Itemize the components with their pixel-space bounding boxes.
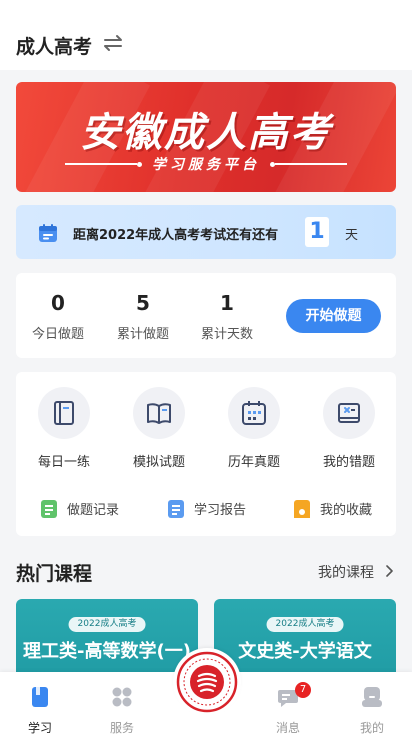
stat-label: 累计做题 — [116, 327, 169, 342]
menu-item-wrong-answers[interactable]: 我的错题 — [309, 387, 389, 470]
sub-item-practice-record[interactable]: 做题记录 — [41, 499, 119, 518]
message-badge: 7 — [295, 682, 311, 698]
stat-value: 5 — [136, 291, 150, 315]
center-logo-button[interactable] — [175, 650, 239, 714]
feature-menu: 每日一练 模拟试题 历年真题 我的错题 做题记录 学习报告 我的收藏 — [16, 372, 396, 536]
tab-label: 我的 — [359, 721, 384, 735]
calendar-icon — [242, 401, 266, 425]
book-icon — [32, 687, 48, 707]
start-practice-button[interactable]: 开始做题 — [286, 299, 381, 333]
course-tag: 2022成人高考 — [266, 617, 344, 632]
tab-label: 服务 — [109, 721, 134, 735]
menu-item-label: 我的错题 — [322, 455, 375, 470]
course-tag: 2022成人高考 — [68, 617, 146, 632]
sub-item-study-report[interactable]: 学习报告 — [168, 499, 246, 518]
tab-profile[interactable]: 我的 — [342, 686, 402, 736]
page-title: 成人高考 — [16, 36, 93, 58]
user-icon — [362, 687, 382, 707]
bookmark-icon — [294, 499, 310, 518]
menu-item-label: 历年真题 — [227, 455, 280, 470]
course-name: 理工类-高等数学(一) — [23, 641, 191, 662]
banner-subtitle: 学习服务平台 — [152, 157, 260, 173]
sub-item-label: 学习报告 — [194, 503, 247, 518]
chevron-right-icon[interactable] — [384, 565, 394, 577]
switch-icon[interactable] — [102, 33, 124, 53]
my-courses-link[interactable]: 我的课程 — [318, 562, 374, 582]
stat-label: 累计天数 — [200, 327, 253, 342]
hot-courses-title: 热门课程 — [16, 563, 93, 585]
sub-item-label: 做题记录 — [67, 503, 120, 518]
tab-label: 学习 — [27, 721, 52, 735]
stat-total-questions: 5 累计做题 — [103, 291, 183, 342]
emblem-logo — [176, 651, 238, 713]
menu-item-past-exams[interactable]: 历年真题 — [214, 387, 294, 470]
stat-value: 1 — [220, 291, 234, 315]
tab-label: 消息 — [275, 721, 300, 735]
countdown-days: 1 — [305, 217, 329, 247]
banner-title: 安徽成人高考 — [80, 110, 332, 156]
menu-item-mock-exam[interactable]: 模拟试题 — [119, 387, 199, 470]
grid-icon — [112, 687, 132, 707]
stat-total-days: 1 累计天数 — [187, 291, 267, 342]
notebook-icon — [54, 401, 74, 425]
stat-value: 0 — [51, 291, 65, 315]
course-name: 文史类-大学语文 — [238, 641, 372, 662]
open-book-icon — [147, 403, 171, 424]
promo-banner[interactable]: 安徽成人高考 学习服务平台 — [16, 82, 396, 192]
report-icon — [168, 499, 184, 518]
menu-item-label: 每日一练 — [37, 455, 90, 470]
menu-item-daily-practice[interactable]: 每日一练 — [24, 387, 104, 470]
wrong-answer-icon — [338, 403, 360, 423]
sub-item-favorites[interactable]: 我的收藏 — [294, 499, 372, 518]
top-header: 成人高考 — [0, 0, 412, 70]
banner-subtitle-row: 学习服务平台 — [16, 154, 396, 174]
tab-study[interactable]: 学习 — [10, 686, 70, 736]
record-icon — [41, 499, 57, 518]
countdown-text: 距离2022年成人高考考试还有还有 — [73, 228, 279, 243]
sub-item-label: 我的收藏 — [320, 503, 373, 518]
tab-services[interactable]: 服务 — [92, 686, 152, 736]
stat-today: 0 今日做题 — [18, 291, 98, 342]
calendar-icon — [39, 224, 57, 242]
practice-stats: 0 今日做题 5 累计做题 1 累计天数 开始做题 — [16, 273, 396, 358]
countdown-unit: 天 — [345, 228, 359, 243]
exam-countdown: 距离2022年成人高考考试还有还有 1 天 — [16, 205, 396, 259]
menu-item-label: 模拟试题 — [132, 455, 185, 470]
stat-label: 今日做题 — [31, 327, 84, 342]
